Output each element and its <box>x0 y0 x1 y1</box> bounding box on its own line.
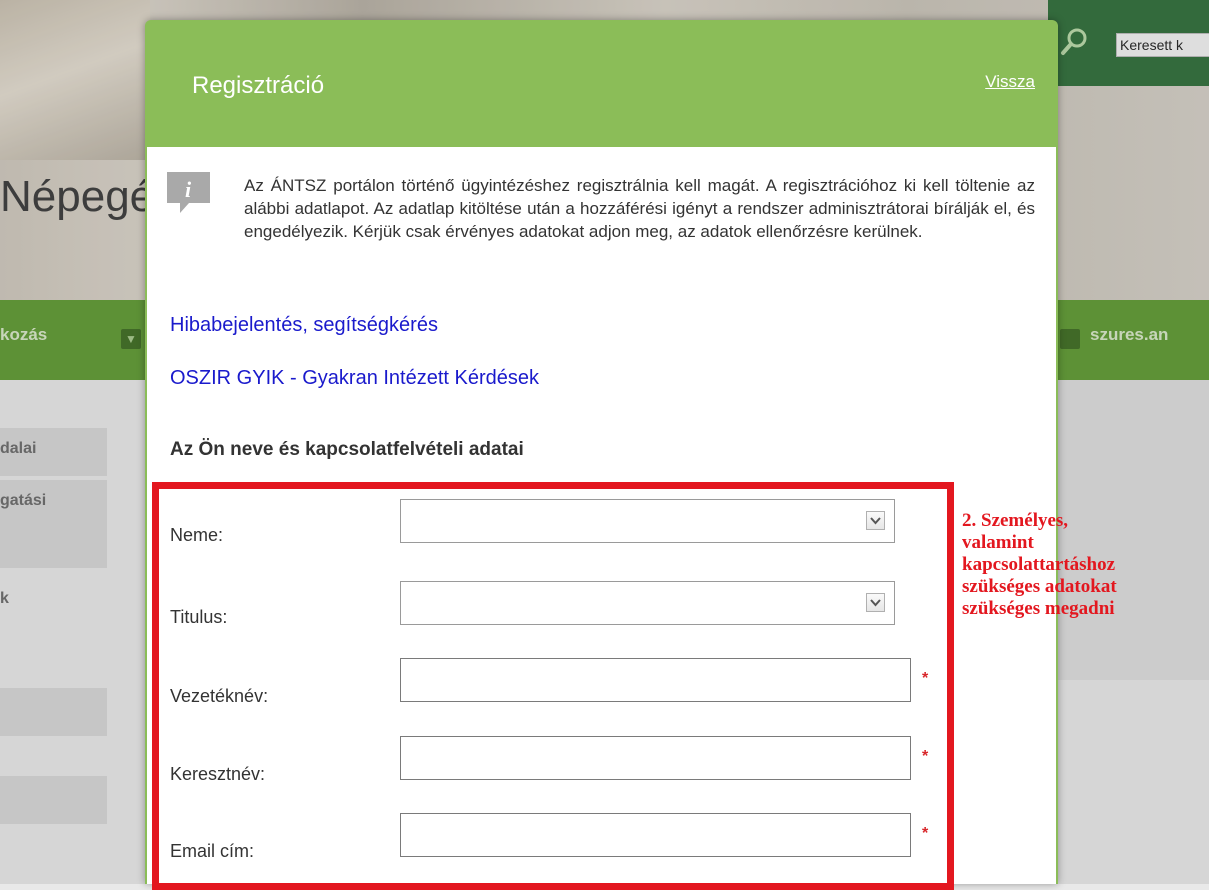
modal-title: Regisztráció <box>192 72 325 99</box>
annotation-text: 2. Személyes, valamint kapcsolattartásho… <box>962 510 1117 619</box>
info-text: Az ÁNTSZ portálon történő ügyintézéshez … <box>244 176 1035 241</box>
back-link[interactable]: Vissza <box>985 72 1035 92</box>
info-icon: i <box>167 172 210 213</box>
faq-link[interactable]: OSZIR GYIK - Gyakran Intézett Kérdések <box>170 367 539 390</box>
section-title: Az Ön neve és kapcsolatfelvételi adatai <box>170 439 524 460</box>
annotation-frame <box>152 482 954 890</box>
report-problem-link[interactable]: Hibabejelentés, segítségkérés <box>170 314 438 337</box>
svg-text:i: i <box>185 177 192 202</box>
